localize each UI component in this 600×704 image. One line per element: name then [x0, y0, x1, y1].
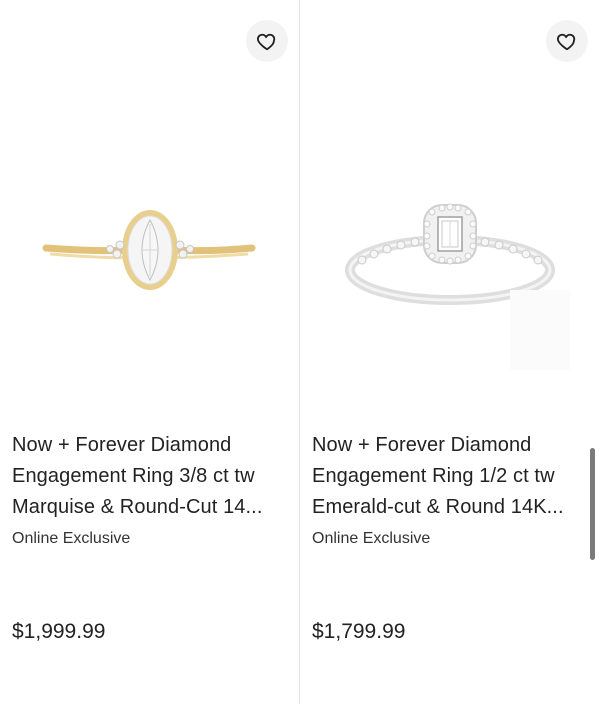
product-card[interactable]: Now + Forever Diamond Engagement Ring 3/… [0, 0, 299, 704]
heart-icon [256, 33, 276, 51]
product-grid: Now + Forever Diamond Engagement Ring 3/… [0, 0, 600, 704]
scrollbar[interactable] [590, 448, 595, 560]
online-exclusive-badge: Online Exclusive [12, 530, 131, 547]
online-exclusive-badge: Online Exclusive [312, 530, 431, 547]
product-image[interactable] [300, 150, 599, 380]
product-title[interactable]: Now + Forever Diamond Engagement Ring 3/… [12, 430, 282, 523]
product-image[interactable] [0, 150, 299, 380]
ring-image [345, 203, 570, 370]
ring-image [42, 210, 256, 290]
product-price: $1,999.99 [12, 620, 106, 643]
wishlist-button[interactable] [546, 20, 588, 62]
product-card[interactable]: Now + Forever Diamond Engagement Ring 1/… [300, 0, 599, 704]
product-title[interactable]: Now + Forever Diamond Engagement Ring 1/… [312, 430, 582, 523]
heart-icon [556, 33, 576, 51]
product-price: $1,799.99 [312, 620, 406, 643]
wishlist-button[interactable] [246, 20, 288, 62]
